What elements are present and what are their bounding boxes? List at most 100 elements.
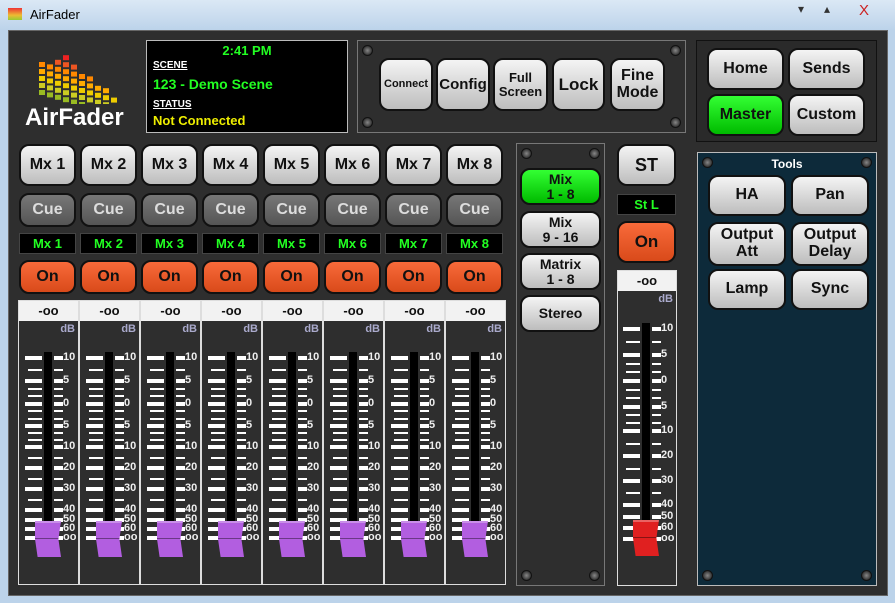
mix-select-button[interactable]: Mx 5 bbox=[263, 144, 320, 186]
on-button[interactable]: On bbox=[385, 260, 442, 294]
scale-minor-tick bbox=[176, 417, 185, 420]
tool-button-ha[interactable]: HA bbox=[708, 175, 786, 216]
on-button[interactable]: On bbox=[19, 260, 76, 294]
scale-minor-tick bbox=[54, 477, 63, 480]
scale-minor-tick bbox=[211, 387, 225, 390]
scale-tick bbox=[237, 379, 246, 383]
fader-handle[interactable] bbox=[35, 521, 61, 557]
cue-button[interactable]: Cue bbox=[80, 193, 137, 227]
channel-fader: -oo dB 10 5 0 5 10 20 30 40 50 60 oo bbox=[140, 300, 201, 585]
scale-minor-tick bbox=[481, 439, 490, 441]
scale-tick bbox=[115, 402, 124, 406]
cue-button[interactable]: Cue bbox=[324, 193, 381, 227]
on-button[interactable]: On bbox=[446, 260, 503, 294]
on-button[interactable]: On bbox=[80, 260, 137, 294]
scale-label: 5 bbox=[429, 374, 436, 386]
toolbar-button-config[interactable]: Config bbox=[436, 58, 490, 111]
scale-tick bbox=[54, 445, 63, 449]
scale-minor-tick bbox=[272, 395, 286, 398]
mix-select-button[interactable]: Mx 6 bbox=[324, 144, 381, 186]
scale-label: oo bbox=[307, 531, 321, 543]
on-button[interactable]: On bbox=[324, 260, 381, 294]
scale-minor-tick bbox=[54, 395, 63, 398]
on-button[interactable]: On bbox=[263, 260, 320, 294]
cue-button[interactable]: Cue bbox=[202, 193, 259, 227]
scale-label: 10 bbox=[661, 424, 674, 436]
scale-minor-tick bbox=[652, 362, 661, 365]
mix-select-button[interactable]: Mx 1 bbox=[19, 144, 76, 186]
master-on-button[interactable]: On bbox=[617, 221, 676, 263]
scale-tick bbox=[208, 508, 225, 512]
maximize-button[interactable]: ▴ bbox=[815, 2, 839, 16]
st-button[interactable]: ST bbox=[617, 144, 676, 186]
mix-bank-button[interactable]: Mix 1 - 8 bbox=[520, 168, 601, 205]
fader-handle[interactable] bbox=[96, 521, 122, 557]
mix-bank-button[interactable]: Mix 9 - 16 bbox=[520, 211, 601, 248]
sends-button[interactable]: Sends bbox=[788, 48, 865, 90]
scale-minor-tick bbox=[54, 456, 63, 459]
scale-minor-tick bbox=[211, 410, 225, 413]
scale-label: 10 bbox=[490, 440, 503, 452]
fader-handle[interactable] bbox=[462, 521, 488, 557]
cue-button[interactable]: Cue bbox=[385, 193, 442, 227]
tool-button-sync[interactable]: Sync bbox=[791, 269, 869, 310]
scale-minor-tick bbox=[652, 442, 661, 445]
scale-minor-tick bbox=[394, 417, 408, 420]
scale-minor-tick bbox=[211, 456, 225, 459]
channel-fader: -oo dB 10 5 0 5 10 20 30 40 50 60 oo bbox=[323, 300, 384, 585]
scale-tick bbox=[86, 466, 103, 470]
toolbar-button-full[interactable]: Full Screen bbox=[493, 58, 548, 111]
scale-tick bbox=[25, 402, 42, 406]
on-button[interactable]: On bbox=[141, 260, 198, 294]
on-button[interactable]: On bbox=[202, 260, 259, 294]
fader-track bbox=[105, 352, 113, 534]
tool-button-lamp[interactable]: Lamp bbox=[708, 269, 786, 310]
scale-tick bbox=[652, 479, 661, 483]
channel-label: Mx 1 bbox=[19, 233, 76, 254]
mix-bank-button[interactable]: Stereo bbox=[520, 295, 601, 332]
master-button[interactable]: Master bbox=[707, 94, 784, 136]
cue-button[interactable]: Cue bbox=[446, 193, 503, 227]
mix-select-button[interactable]: Mx 8 bbox=[446, 144, 503, 186]
cue-button[interactable]: Cue bbox=[19, 193, 76, 227]
scale-minor-tick bbox=[359, 395, 368, 398]
scale-tick bbox=[176, 402, 185, 406]
mix-bank-button[interactable]: Matrix 1 - 8 bbox=[520, 253, 601, 290]
fader-handle[interactable] bbox=[218, 521, 244, 557]
mix-select-button[interactable]: Mx 3 bbox=[141, 144, 198, 186]
scene-label: SCENE bbox=[153, 60, 188, 71]
custom-button[interactable]: Custom bbox=[788, 94, 865, 136]
minimize-button[interactable]: ▾ bbox=[789, 2, 813, 16]
scale-minor-tick bbox=[237, 417, 246, 420]
home-button[interactable]: Home bbox=[707, 48, 784, 90]
scale-tick bbox=[298, 402, 307, 406]
cue-button[interactable]: Cue bbox=[263, 193, 320, 227]
fader-handle[interactable] bbox=[340, 521, 366, 557]
toolbar-button-fine[interactable]: Fine Mode bbox=[610, 58, 665, 111]
fader-handle[interactable] bbox=[157, 521, 183, 557]
scale-minor-tick bbox=[333, 395, 347, 398]
toolbar-button-lock[interactable]: Lock bbox=[552, 58, 605, 111]
close-button[interactable]: X bbox=[852, 2, 876, 19]
tool-button-output-delay[interactable]: Output Delay bbox=[791, 222, 869, 266]
fader-handle[interactable] bbox=[401, 521, 427, 557]
tool-button-pan[interactable]: Pan bbox=[791, 175, 869, 216]
fader-handle[interactable] bbox=[279, 521, 305, 557]
scale-minor-tick bbox=[176, 387, 185, 390]
toolbar-button-connect[interactable]: Connect bbox=[379, 58, 433, 111]
scale-minor-tick bbox=[89, 432, 103, 434]
scale-minor-tick bbox=[298, 432, 307, 434]
scale-minor-tick bbox=[333, 477, 347, 480]
scale-minor-tick bbox=[333, 368, 347, 371]
scale-tick bbox=[623, 327, 640, 331]
scale-minor-tick bbox=[298, 387, 307, 390]
tool-button-output-att[interactable]: Output Att bbox=[708, 222, 786, 266]
scale-label: 5 bbox=[185, 374, 192, 386]
mix-select-button[interactable]: Mx 2 bbox=[80, 144, 137, 186]
cue-button[interactable]: Cue bbox=[141, 193, 198, 227]
scale-minor-tick bbox=[394, 456, 408, 459]
scale-tick bbox=[147, 424, 164, 428]
fader-handle[interactable] bbox=[633, 520, 659, 556]
mix-select-button[interactable]: Mx 4 bbox=[202, 144, 259, 186]
mix-select-button[interactable]: Mx 7 bbox=[385, 144, 442, 186]
